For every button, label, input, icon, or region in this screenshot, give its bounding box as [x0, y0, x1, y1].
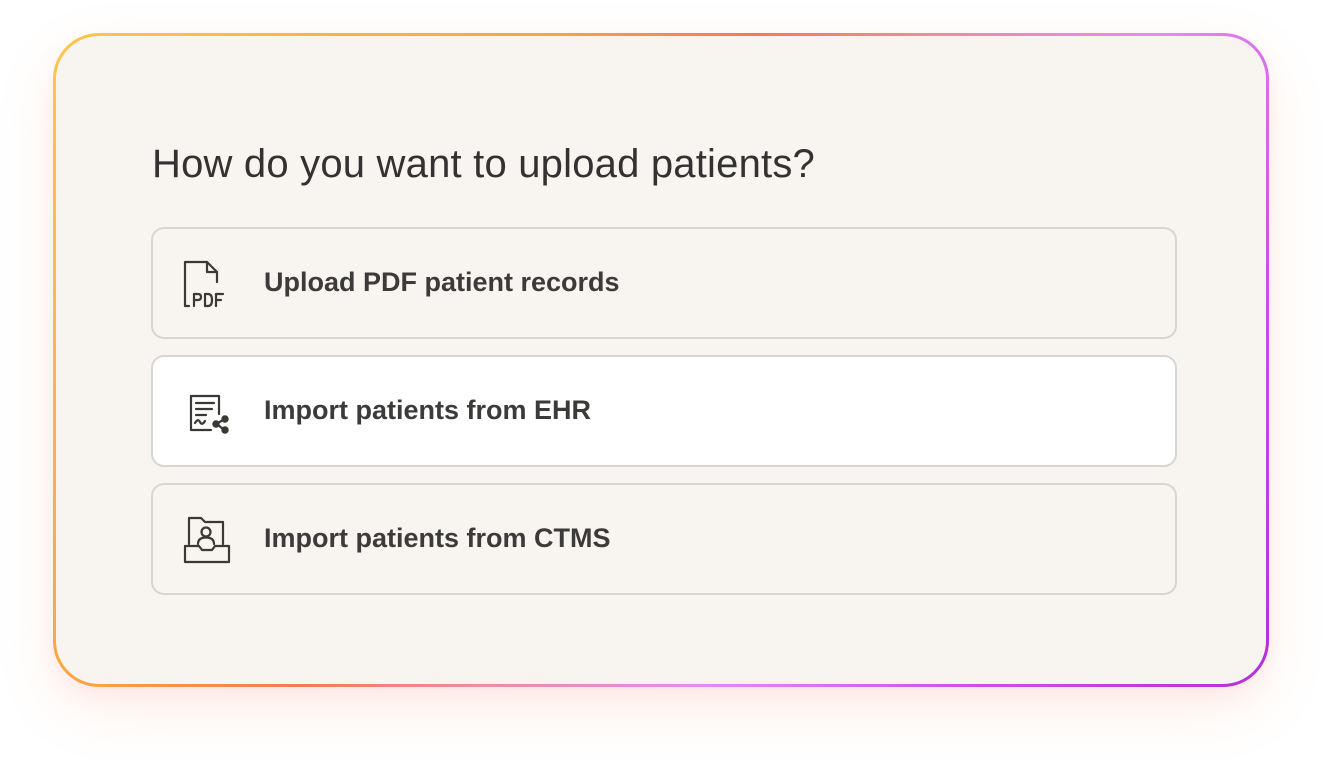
record-share-icon	[181, 386, 233, 438]
upload-options-list: Upload PDF patient records Import patien…	[151, 227, 1177, 611]
option-import-ehr[interactable]: Import patients from EHR	[151, 355, 1177, 467]
option-label: Import patients from CTMS	[264, 523, 611, 553]
patient-folder-icon	[181, 514, 233, 566]
option-label: Import patients from EHR	[264, 395, 592, 425]
option-upload-pdf[interactable]: Upload PDF patient records	[151, 227, 1177, 339]
dialog-gradient-border: How do you want to upload patients? Uplo…	[53, 33, 1269, 687]
stage: How do you want to upload patients? Uplo…	[0, 0, 1322, 760]
dialog-title: How do you want to upload patients?	[152, 142, 815, 186]
pdf-file-icon	[181, 258, 233, 310]
option-label: Upload PDF patient records	[264, 267, 620, 297]
upload-dialog: How do you want to upload patients? Uplo…	[56, 36, 1266, 684]
option-import-ctms[interactable]: Import patients from CTMS	[151, 483, 1177, 595]
